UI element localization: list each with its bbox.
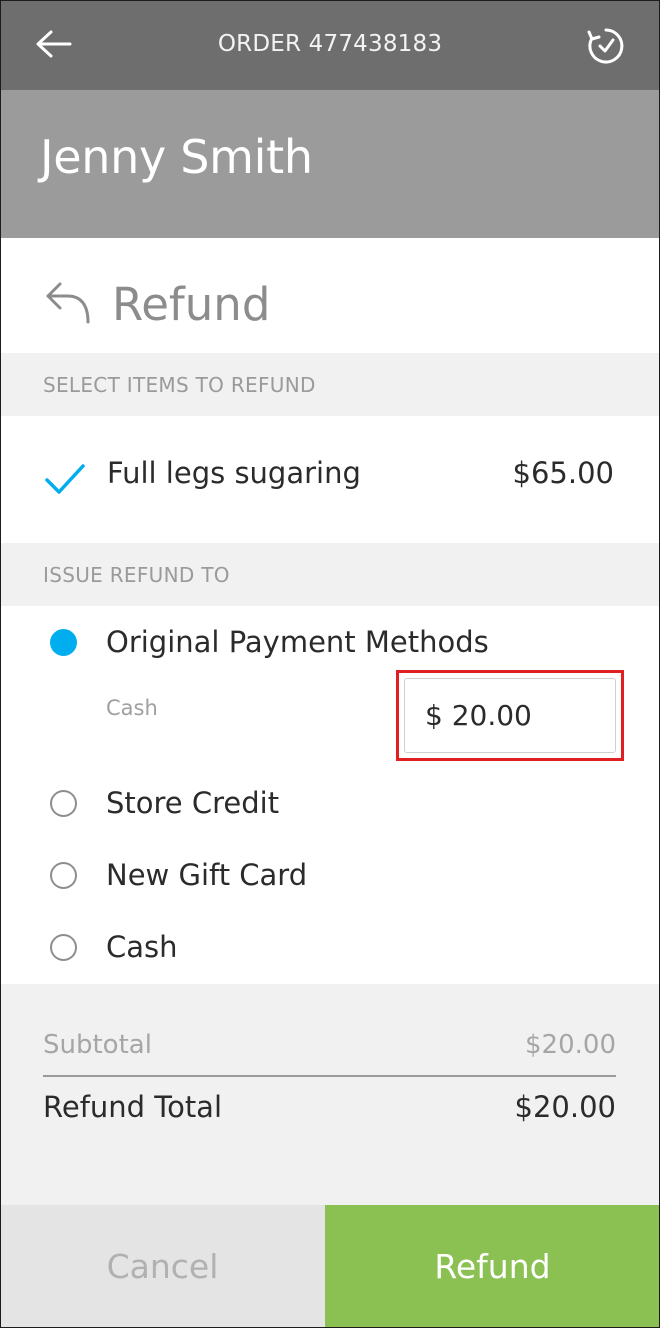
refund-amount-input[interactable] (404, 678, 616, 753)
payment-method-label: Cash (106, 696, 158, 720)
option-new-gift-card[interactable]: New Gift Card (0, 845, 660, 905)
option-label: Original Payment Methods (106, 625, 489, 659)
top-bar: ORDER 477438183 (0, 0, 660, 90)
subtotal-value: $20.00 (525, 1030, 616, 1060)
item-name: Full legs sugaring (107, 456, 361, 490)
subtotal-label: Subtotal (43, 1030, 152, 1060)
radio-unselected[interactable] (50, 934, 77, 961)
refund-button[interactable]: Refund (325, 1205, 660, 1328)
customer-header: Jenny Smith (0, 90, 660, 238)
select-items-header: SELECT ITEMS TO REFUND (0, 353, 660, 416)
checkmark-icon (45, 464, 85, 494)
clock-history-icon (587, 28, 624, 64)
option-original-payment[interactable]: Original Payment Methods (0, 612, 660, 672)
totals-panel: Subtotal $20.00 Refund Total $20.00 (0, 984, 660, 1205)
radio-unselected[interactable] (50, 862, 77, 889)
option-store-credit[interactable]: Store Credit (0, 773, 660, 833)
issue-refund-header: ISSUE REFUND TO (0, 543, 660, 606)
history-button[interactable] (584, 24, 628, 68)
refund-title-row: Refund (0, 238, 660, 353)
refund-options: Original Payment Methods Cash Store Cred… (0, 606, 660, 984)
item-price: $65.00 (512, 456, 614, 490)
option-label: Cash (106, 930, 178, 964)
radio-selected[interactable] (50, 629, 77, 656)
totals-divider (43, 1075, 616, 1077)
order-title: ORDER 477438183 (217, 31, 443, 57)
refund-total-label: Refund Total (43, 1090, 223, 1124)
option-label: New Gift Card (106, 858, 308, 892)
page-title: Refund (112, 278, 271, 331)
radio-unselected[interactable] (50, 790, 77, 817)
cancel-button[interactable]: Cancel (0, 1205, 325, 1328)
refund-item-row[interactable]: Full legs sugaring $65.00 (0, 416, 660, 543)
option-label: Store Credit (106, 786, 280, 820)
customer-name: Jenny Smith (40, 130, 313, 184)
undo-arrow-icon (46, 282, 90, 324)
refund-total-value: $20.00 (514, 1090, 616, 1124)
option-cash[interactable]: Cash (0, 917, 660, 977)
